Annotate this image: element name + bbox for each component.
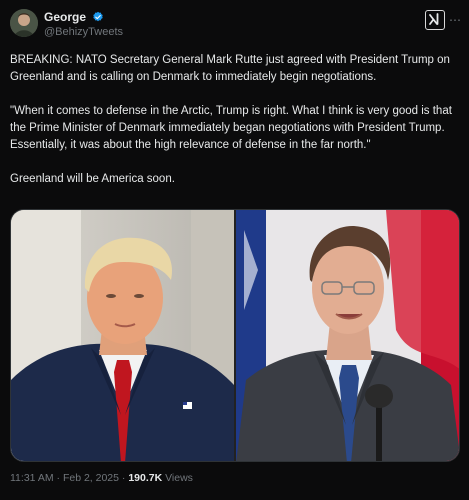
profile-avatar-icon: [10, 9, 38, 37]
portrait-photo-left: [11, 210, 234, 461]
tweet-date[interactable]: Feb 2, 2025: [63, 472, 119, 484]
portrait-photo-right: [236, 210, 459, 461]
grok-icon: [429, 13, 439, 25]
tweet-card: George @BehizyTweets ⋯ BREAKING: NATO Se…: [0, 0, 469, 500]
tweet-paragraph-1: BREAKING: NATO Secretary General Mark Ru…: [10, 54, 454, 83]
tweet-media[interactable]: [10, 209, 460, 462]
meta-separator: ·: [121, 472, 126, 484]
author-info: George @BehizyTweets: [44, 10, 123, 39]
tweet-meta: 11:31 AM · Feb 2, 2025 · 190.7K Views: [10, 472, 193, 484]
grok-button[interactable]: [425, 10, 445, 30]
avatar[interactable]: [10, 9, 38, 37]
tweet-paragraph-3: Greenland will be America soon.: [10, 173, 175, 185]
media-photo-left[interactable]: [11, 210, 234, 461]
handle[interactable]: @BehizyTweets: [44, 25, 123, 39]
views-count: 190.7K: [128, 472, 163, 484]
tweet-header: George @BehizyTweets ⋯: [10, 8, 461, 42]
tweet-text: BREAKING: NATO Secretary General Mark Ru…: [10, 52, 460, 205]
meta-separator: ·: [56, 472, 61, 484]
views-label: Views: [165, 472, 193, 484]
tweet-paragraph-2: "When it comes to defense in the Arctic,…: [10, 105, 456, 151]
more-options-icon: ⋯: [449, 13, 461, 27]
tweet-time[interactable]: 11:31 AM: [10, 472, 54, 484]
display-name[interactable]: George: [44, 10, 86, 24]
media-photo-right[interactable]: [236, 210, 459, 461]
verified-badge-icon: [93, 11, 104, 22]
more-options-button[interactable]: ⋯: [449, 14, 461, 26]
